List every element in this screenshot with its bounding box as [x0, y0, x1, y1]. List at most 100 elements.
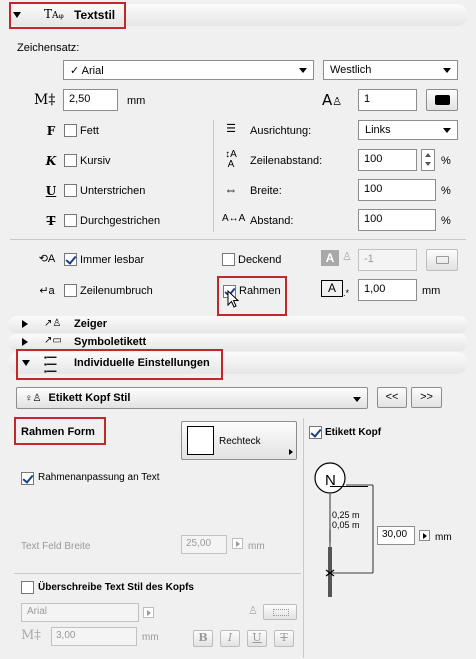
zeilenabstand-label: Zeilenabstand: — [250, 155, 323, 167]
text-feld-breite-label: Text Feld Breite — [21, 541, 91, 552]
italic2-button[interactable]: I — [220, 630, 240, 647]
feld-breite-menu-icon[interactable] — [232, 538, 243, 549]
ueberschreibe-label: Überschreibe Text Stil des Kopfs — [38, 582, 194, 593]
previous-button[interactable]: << — [377, 387, 407, 408]
pen-color-swatch — [435, 95, 450, 105]
font2-menu-icon[interactable] — [143, 607, 154, 618]
durchgestrichen-checkbox[interactable] — [64, 214, 77, 227]
ausrichtung-label: Ausrichtung: — [250, 125, 312, 137]
pen2-swatch-icon — [273, 609, 289, 616]
durchgestrichen-label: Durchgestrichen — [80, 215, 161, 227]
kursiv-checkbox[interactable] — [64, 154, 77, 167]
breite-label: Breite: — [250, 185, 282, 197]
etikett-kopf-label: Etikett Kopf — [325, 427, 382, 438]
rahmenanpassung-checkbox[interactable] — [21, 472, 34, 485]
pen-tip-icon: ♙ — [342, 251, 352, 263]
font-check-mark: ✓ — [70, 65, 80, 77]
vertical-divider — [213, 120, 214, 232]
script-value: Westlich — [330, 64, 372, 76]
zeilenabstand-spinner[interactable] — [421, 149, 435, 171]
expand-triangle-icon[interactable] — [22, 320, 28, 328]
font-value: Arial — [81, 65, 104, 77]
symboletikett-title: Symboletikett — [74, 336, 147, 348]
highlight-textstil — [9, 2, 126, 29]
rahmen-offset-unit: mm — [422, 285, 441, 297]
label-style-icon: ♀♙ — [25, 393, 42, 404]
pen2-color-button[interactable] — [263, 604, 297, 620]
pen-input[interactable]: 1 — [358, 89, 417, 111]
width-icon: ⇔ — [224, 182, 238, 197]
background-pen-icon: A — [321, 250, 339, 266]
rahmen-offset-input[interactable]: 1,00 — [358, 279, 417, 301]
rahmenanpassung-label: Rahmenanpassung an Text — [38, 472, 160, 483]
deckend-checkbox[interactable] — [222, 253, 235, 266]
deckend-pen-input[interactable]: -1 — [358, 249, 417, 271]
size-unit: mm — [127, 95, 146, 107]
italic-icon: K — [45, 154, 57, 168]
fett-label: Fett — [80, 125, 99, 137]
head-width-menu-icon[interactable] — [419, 530, 430, 541]
wrap-icon: ↵a — [39, 285, 55, 297]
dim1-label: 0,25 m — [332, 510, 360, 520]
spin-up-icon[interactable] — [425, 153, 431, 157]
font-select[interactable]: ✓ Arial — [63, 60, 314, 80]
font2-select[interactable]: Arial — [21, 603, 139, 622]
bold-icon: F — [46, 124, 56, 138]
head-letter: N — [325, 472, 336, 489]
strike2-button[interactable]: T — [274, 630, 294, 647]
zeilenumbruch-checkbox[interactable] — [64, 284, 77, 297]
pen2-icon: ♙ — [248, 605, 258, 617]
zeilenabstand-input[interactable]: 100 — [358, 149, 417, 171]
abstand-label: Abstand: — [250, 215, 294, 227]
next-button[interactable]: >> — [411, 387, 442, 408]
feld-breite-unit: mm — [248, 541, 265, 552]
symbol-label-icon: ↗▭ — [44, 335, 62, 346]
highlight-individuelle — [16, 349, 223, 380]
always-readable-icon: ⟲A — [38, 253, 56, 265]
breite-percent: % — [441, 185, 451, 197]
size2-unit: mm — [142, 632, 159, 643]
font-size-input[interactable]: 2,50 — [63, 89, 118, 111]
deckend-label: Deckend — [238, 254, 282, 266]
text-feld-breite-input[interactable]: 25,00 — [181, 535, 227, 554]
breite-input[interactable]: 100 — [358, 179, 436, 201]
frame-offset-icon: A — [321, 280, 343, 297]
zeichensatz-label: Zeichensatz: — [17, 42, 80, 54]
abstand-input[interactable]: 100 — [358, 209, 436, 231]
abstand-percent: % — [441, 215, 451, 227]
highlight-rahmen-form — [14, 417, 106, 445]
pen-color-button[interactable] — [426, 89, 458, 111]
shape-menu-arrow-icon — [289, 449, 293, 455]
immer-lesbar-checkbox[interactable] — [64, 253, 77, 266]
strikethrough-icon: T — [46, 214, 56, 228]
background-color-button[interactable] — [426, 249, 458, 271]
monitor-icon — [436, 256, 449, 264]
vertical-divider — [303, 418, 304, 658]
ausrichtung-select[interactable]: Links — [358, 120, 458, 140]
unterstrichen-checkbox[interactable] — [64, 184, 77, 197]
underline2-button[interactable]: U — [247, 630, 267, 647]
text-pen-icon: A♙ — [322, 91, 343, 109]
head-width-input[interactable]: 30,00 — [377, 526, 415, 545]
zeiger-title: Zeiger — [74, 318, 108, 330]
line-spacing-icon: ↕A A — [225, 149, 237, 170]
unterstrichen-label: Unterstrichen — [80, 185, 146, 197]
shape-button[interactable]: Rechteck — [181, 421, 297, 460]
mouse-cursor-icon — [227, 290, 240, 308]
pointer-icon: ↗♙ — [44, 318, 62, 329]
head-width-unit: mm — [435, 532, 452, 543]
rectangle-shape-icon — [187, 426, 214, 455]
script-select[interactable]: Westlich — [323, 60, 458, 80]
spin-down-icon[interactable] — [425, 162, 431, 166]
etikett-kopf-checkbox[interactable] — [309, 426, 322, 439]
size2-input[interactable]: 3,00 — [51, 627, 137, 646]
font-size2-icon: M‡ — [21, 628, 41, 643]
expand-triangle-icon[interactable] — [22, 338, 28, 346]
divider — [14, 573, 301, 574]
ausrichtung-value: Links — [365, 124, 391, 136]
label-style-dropdown[interactable]: ♀♙ Etikett Kopf Stil — [16, 387, 368, 409]
bold2-button[interactable]: B — [193, 630, 213, 647]
frame-offset-marker-icon: .* — [343, 288, 350, 298]
ueberschreibe-checkbox[interactable] — [21, 581, 34, 594]
fett-checkbox[interactable] — [64, 124, 77, 137]
